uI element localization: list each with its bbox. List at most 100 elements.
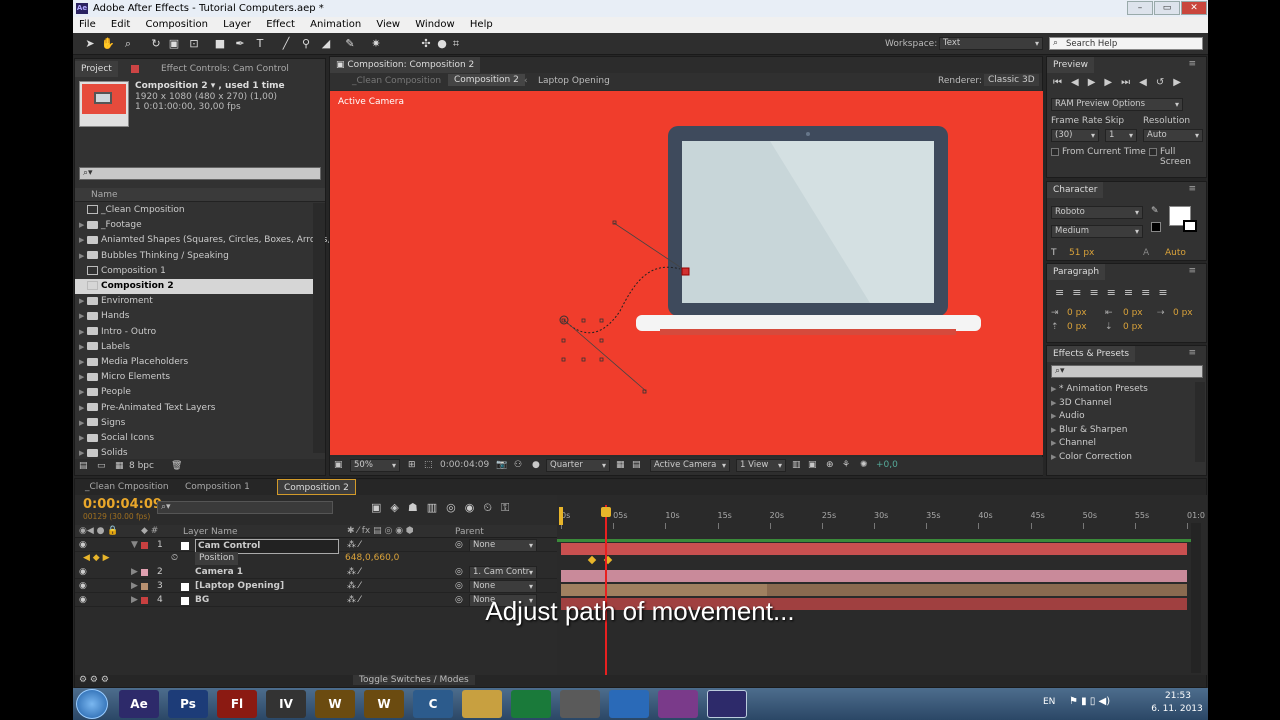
pan-behind-tool-icon[interactable]: ⊡ — [187, 37, 201, 51]
project-item[interactable]: _Clean Cmposition — [75, 203, 313, 218]
black-swatch[interactable] — [1151, 222, 1161, 232]
eye-visibility-icon[interactable]: ◉ — [79, 566, 87, 579]
indent-right-value[interactable]: 0 px — [1123, 308, 1143, 318]
panel-menu-icon[interactable]: ≡ — [1188, 348, 1196, 358]
crumb-clean[interactable]: _Clean Composition — [352, 76, 441, 86]
fast-preview-icon[interactable]: ▤ — [632, 460, 641, 470]
tab-project[interactable]: Project — [75, 61, 118, 77]
timeline-icon[interactable]: ▣ — [808, 460, 817, 470]
skip-select[interactable]: 1 — [1105, 129, 1137, 142]
start-orb-icon[interactable] — [76, 689, 108, 719]
align-left-icon[interactable]: ≡ — [1055, 286, 1072, 299]
tray-icons[interactable]: ⚑ ▮ ▯ ◀) — [1069, 696, 1110, 707]
project-item[interactable]: ▶ Hands — [75, 309, 313, 324]
new-folder-icon[interactable]: ▭ — [97, 461, 106, 471]
column-name[interactable]: Name — [91, 190, 118, 200]
interpret-footage-icon[interactable]: ▤ — [79, 461, 88, 471]
camera-view-select[interactable]: Active Camera — [650, 459, 730, 472]
indent-left-value[interactable]: 0 px — [1067, 308, 1087, 318]
font-size-value[interactable]: 51 px — [1069, 248, 1094, 258]
pen-tool-icon[interactable]: ✒ — [233, 37, 247, 51]
effects-search-input[interactable]: ⌕▾ — [1051, 365, 1203, 378]
ram-preview-options-select[interactable]: RAM Preview Options — [1051, 98, 1183, 111]
menu-effect[interactable]: Effect — [266, 19, 295, 30]
justify-all-icon[interactable]: ≡ — [1158, 286, 1175, 299]
tab-paragraph[interactable]: Paragraph — [1047, 264, 1106, 280]
view-axis-icon[interactable]: ⌗ — [449, 37, 463, 51]
col-parent[interactable]: Parent — [455, 527, 484, 537]
exposure-icon[interactable]: ✺ — [860, 460, 868, 470]
project-item[interactable]: ▶ Signs — [75, 416, 313, 431]
align-center-icon[interactable]: ≡ — [1072, 286, 1089, 299]
first-frame-icon[interactable]: ⏮ — [1053, 77, 1071, 88]
work-area-start-handle[interactable] — [559, 507, 563, 525]
bpc-label[interactable]: 8 bpc — [129, 461, 154, 471]
comp-canvas[interactable]: Active Camera — [330, 91, 1043, 455]
layer-label-color[interactable] — [141, 583, 148, 590]
taskbar-app-icon[interactable] — [462, 690, 502, 718]
grid-icon[interactable]: ⊞ — [408, 460, 416, 470]
expand-triangle-icon[interactable]: ▶ — [79, 340, 87, 355]
expand-triangle-icon[interactable]: ▶ — [79, 431, 87, 446]
prev-frame-icon[interactable]: ◀ — [1071, 77, 1088, 88]
brush-tool-icon[interactable]: ╱ — [279, 37, 293, 51]
expand-triangle-icon[interactable]: ▶ — [131, 566, 138, 579]
eyedropper-icon[interactable]: ✎ — [1151, 206, 1159, 216]
space-before-value[interactable]: 0 px — [1067, 322, 1087, 332]
clone-stamp-tool-icon[interactable]: ⚲ — [299, 37, 313, 51]
panel-menu-icon[interactable]: ≡ — [1188, 184, 1196, 194]
menu-view[interactable]: View — [376, 19, 400, 30]
layer-duration-bar[interactable] — [561, 570, 1187, 582]
project-item[interactable]: ▶ Aniamted Shapes (Squares, Circles, Boxe… — [75, 233, 337, 248]
expand-triangle-icon[interactable]: ▶ — [79, 249, 87, 264]
menu-window[interactable]: Window — [415, 19, 454, 30]
new-comp-icon[interactable]: ▦ — [115, 461, 124, 471]
current-time-indicator[interactable] — [605, 505, 607, 675]
auto-keyframe-icon[interactable]: ⚿ — [501, 501, 518, 514]
layer-duration-bar[interactable] — [561, 543, 1187, 555]
layer-name[interactable]: BG — [195, 594, 209, 607]
expand-triangle-icon[interactable]: ▼ — [131, 539, 138, 552]
justify-left-icon[interactable]: ≡ — [1107, 286, 1124, 299]
expand-triangle-icon[interactable]: ▶ — [79, 416, 87, 431]
stroke-color-swatch[interactable] — [1183, 220, 1197, 232]
selection-tool-icon[interactable]: ➤ — [83, 37, 97, 51]
eye-visibility-icon[interactable]: ◉ — [79, 539, 87, 552]
taskbar-app-icon[interactable] — [560, 690, 600, 718]
expand-triangle-icon[interactable]: ▶ — [79, 401, 87, 416]
next-frame-icon[interactable]: ▶ — [1104, 77, 1121, 88]
clock-date[interactable]: 6. 11. 2013 — [1147, 704, 1207, 714]
position-value[interactable]: 648,0,660,0 — [345, 552, 399, 565]
axis-mode-icon[interactable]: ✣ — [419, 37, 433, 51]
tab-composition-1[interactable]: Composition 1 — [179, 479, 256, 495]
project-item[interactable]: ▶ Media Placeholders — [75, 355, 313, 370]
world-axis-icon[interactable]: ● — [435, 37, 449, 51]
menu-animation[interactable]: Animation — [310, 19, 361, 30]
taskbar-app-icon[interactable]: W — [364, 690, 404, 718]
trash-icon[interactable]: 🗑 — [171, 461, 182, 471]
motion-blur-icon[interactable]: ◎ — [446, 501, 465, 514]
transparency-grid-icon[interactable]: ▦ — [616, 460, 625, 470]
justify-center-icon[interactable]: ≡ — [1124, 286, 1141, 299]
layer-name[interactable]: Camera 1 — [195, 566, 243, 579]
flowchart-icon[interactable]: ⚘ — [842, 460, 850, 470]
expand-triangle-icon[interactable]: ▶ — [79, 355, 87, 370]
region-of-interest-icon[interactable]: ▣ — [334, 460, 343, 470]
renderer-value[interactable]: Classic 3D — [984, 74, 1039, 86]
playhead-handle[interactable] — [601, 507, 611, 517]
project-search-input[interactable]: ⌕▾ — [79, 167, 321, 180]
menu-edit[interactable]: Edit — [111, 19, 130, 30]
project-item[interactable]: ▶ Labels — [75, 340, 313, 355]
tab-clean-composition[interactable]: _Clean Cmposition — [79, 479, 175, 495]
draft-3d-icon[interactable]: ◈ — [390, 501, 407, 514]
expand-triangle-icon[interactable]: ▶ — [79, 370, 87, 385]
shy-layers-icon[interactable]: ☗ — [408, 501, 427, 514]
mute-icon[interactable]: ◀ — [1139, 77, 1156, 88]
timeline-search-input[interactable]: ⌕▾ — [157, 501, 333, 514]
timeline-timecode[interactable]: 0:00:04:09 — [83, 497, 162, 512]
channel-icon[interactable]: ● — [532, 460, 540, 470]
switches-icons[interactable]: ⁂ ⁄ — [347, 539, 360, 552]
rectangle-tool-icon[interactable]: ■ — [213, 37, 227, 51]
tab-preview[interactable]: Preview — [1047, 57, 1095, 73]
expand-triangle-icon[interactable]: ▶ — [79, 218, 87, 233]
